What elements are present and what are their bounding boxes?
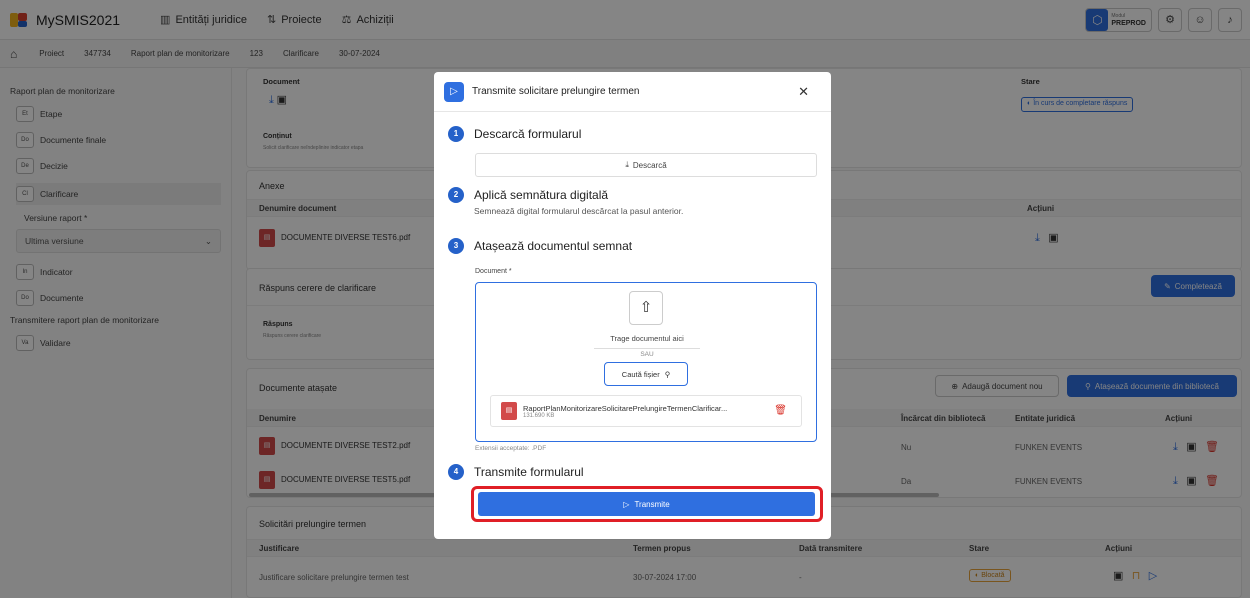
- step-4: 4 Transmite formularul: [448, 464, 584, 480]
- step-number: 1: [448, 126, 464, 142]
- step-2: 2 Aplică semnătura digitală: [448, 187, 608, 203]
- step-3: 3 Atașează documentul semnat: [448, 238, 632, 254]
- download-form-button[interactable]: ⤓ Descarcă: [475, 153, 817, 177]
- extension-request-modal: ▷ Transmite solicitare prelungire termen…: [434, 72, 831, 539]
- paperclip-icon: ⚲: [664, 369, 671, 379]
- browse-file-button[interactable]: Caută fișier ⚲: [604, 362, 688, 386]
- step-description: Semnează digital formularul descărcat la…: [474, 206, 684, 216]
- uploaded-file-row: ▤ RaportPlanMonitorizareSolicitarePrelun…: [490, 395, 802, 427]
- uploaded-file-name: RaportPlanMonitorizareSolicitarePrelungi…: [523, 403, 728, 413]
- step-title: Atașează documentul semnat: [474, 239, 633, 253]
- send-icon: ▷: [623, 499, 630, 509]
- modal-title: Transmite solicitare prelungire termen: [472, 86, 640, 97]
- submit-label: Transmite: [634, 499, 670, 509]
- pdf-icon: ▤: [501, 402, 517, 420]
- uploaded-file-size: 131.690 KB: [523, 412, 555, 419]
- upload-button[interactable]: ⇧: [629, 291, 663, 325]
- browse-label: Caută fișier: [621, 369, 660, 379]
- download-icon: ⤓: [625, 160, 629, 169]
- highlight-box: ▷ Transmite: [471, 486, 823, 522]
- document-field-label: Document *: [475, 268, 512, 275]
- download-label: Descarcă: [632, 160, 667, 170]
- file-dropzone[interactable]: ⇧ Trage documentul aici SAU Caută fișier…: [475, 282, 817, 442]
- step-number: 4: [448, 464, 464, 480]
- extensions-note: Extensii acceptate: .PDF: [475, 445, 547, 452]
- step-1: 1 Descarcă formularul: [448, 126, 581, 142]
- or-divider: SAU: [594, 348, 700, 358]
- drop-text: Trage documentul aici: [610, 334, 684, 343]
- trash-icon[interactable]: 🗑: [774, 405, 787, 416]
- step-title: Transmite formularul: [474, 465, 584, 479]
- close-icon[interactable]: ✕: [798, 84, 809, 100]
- send-icon: ▷: [444, 81, 464, 102]
- upload-icon: ⇧: [639, 299, 653, 316]
- step-number: 2: [448, 187, 464, 203]
- step-title: Aplică semnătura digitală: [474, 188, 609, 202]
- submit-button[interactable]: ▷ Transmite: [478, 492, 815, 516]
- modal-header: ▷ Transmite solicitare prelungire termen…: [434, 72, 831, 112]
- step-title: Descarcă formularul: [474, 127, 582, 141]
- step-number: 3: [448, 238, 464, 254]
